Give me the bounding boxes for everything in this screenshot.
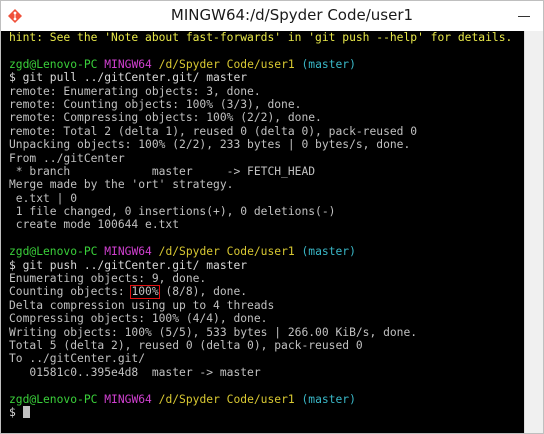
prompt-line: zgd@Lenovo-PC MINGW64 /d/Spyder Code/use… bbox=[9, 393, 525, 406]
prompt-path: /d/Spyder Code/user1 bbox=[158, 245, 295, 259]
minimize-icon[interactable] bbox=[515, 7, 533, 25]
command-input-line[interactable]: $ bbox=[9, 405, 525, 419]
prompt-branch: (master) bbox=[301, 57, 356, 71]
output-line: remote: Enumerating objects: 3, done. bbox=[9, 84, 261, 98]
prompt-line: zgd@Lenovo-PC MINGW64 /d/Spyder Code/use… bbox=[9, 245, 525, 258]
output-line: remote: Compressing objects: 100% (2/2),… bbox=[9, 111, 322, 125]
prompt-shell: MINGW64 bbox=[104, 392, 152, 406]
counting-suffix: (8/8), done. bbox=[158, 285, 248, 299]
output-line: 1 file changed, 0 insertions(+), 0 delet… bbox=[9, 205, 336, 219]
terminal-output[interactable]: hint: See the 'Note about fast-forwards'… bbox=[1, 31, 525, 433]
output-line: Delta compression using up to 4 threads bbox=[9, 298, 275, 312]
hint-line: hint: See the 'Note about fast-forwards'… bbox=[9, 31, 513, 44]
prompt-branch: (master) bbox=[301, 392, 356, 406]
prompt-line: zgd@Lenovo-PC MINGW64 /d/Spyder Code/use… bbox=[9, 58, 525, 71]
terminal-window: MINGW64:/d/Spyder Code/user1 hint: See t… bbox=[0, 0, 544, 434]
window-title: MINGW64:/d/Spyder Code/user1 bbox=[170, 6, 414, 24]
prompt-branch: (master) bbox=[301, 245, 356, 259]
prompt-shell: MINGW64 bbox=[104, 57, 152, 71]
output-line: To ../gitCenter.git/ bbox=[9, 352, 146, 366]
output-line: * branch master -> FETCH_HEAD bbox=[9, 164, 316, 178]
output-line: remote: Counting objects: 100% (3/3), do… bbox=[9, 97, 302, 111]
prompt-user-host: zgd@Lenovo-PC bbox=[9, 245, 98, 259]
output-line: From ../gitCenter bbox=[9, 151, 125, 165]
output-line: Compressing objects: 100% (4/4), done. bbox=[9, 312, 268, 326]
title-bar[interactable]: MINGW64:/d/Spyder Code/user1 bbox=[1, 1, 543, 31]
vertical-scrollbar[interactable] bbox=[524, 31, 543, 433]
command-line: $ git push ../gitCenter.git/ master bbox=[9, 258, 248, 272]
prompt-shell: MINGW64 bbox=[104, 245, 152, 259]
highlighted-percentage: 100% bbox=[130, 285, 160, 300]
output-line: e.txt | 0 bbox=[9, 191, 78, 205]
output-line: create mode 100644 e.txt bbox=[9, 218, 180, 232]
output-line: Unpacking objects: 100% (2/2), 233 bytes… bbox=[9, 138, 411, 152]
output-line: Merge made by the 'ort' strategy. bbox=[9, 178, 234, 192]
prompt-user-host: zgd@Lenovo-PC bbox=[9, 392, 98, 406]
output-line: Enumerating objects: 9, done. bbox=[9, 272, 207, 286]
output-line: remote: Total 2 (delta 1), reused 0 (del… bbox=[9, 124, 418, 138]
command-line: $ git pull ../gitCenter.git/ master bbox=[9, 71, 248, 85]
counting-prefix: Counting objects: bbox=[9, 285, 132, 299]
output-line: Writing objects: 100% (5/5), 533 bytes |… bbox=[9, 325, 418, 339]
prompt-path: /d/Spyder Code/user1 bbox=[158, 392, 295, 406]
output-line: 01581c0..395e4d8 master -> master bbox=[9, 365, 261, 379]
prompt-dollar: $ bbox=[9, 405, 23, 419]
counting-objects-line: Counting objects: 100% (8/8), done. bbox=[9, 285, 525, 300]
prompt-user-host: zgd@Lenovo-PC bbox=[9, 57, 98, 71]
output-line: Total 5 (delta 2), reused 0 (delta 0), p… bbox=[9, 338, 363, 352]
prompt-path: /d/Spyder Code/user1 bbox=[158, 57, 295, 71]
cursor bbox=[22, 405, 30, 418]
